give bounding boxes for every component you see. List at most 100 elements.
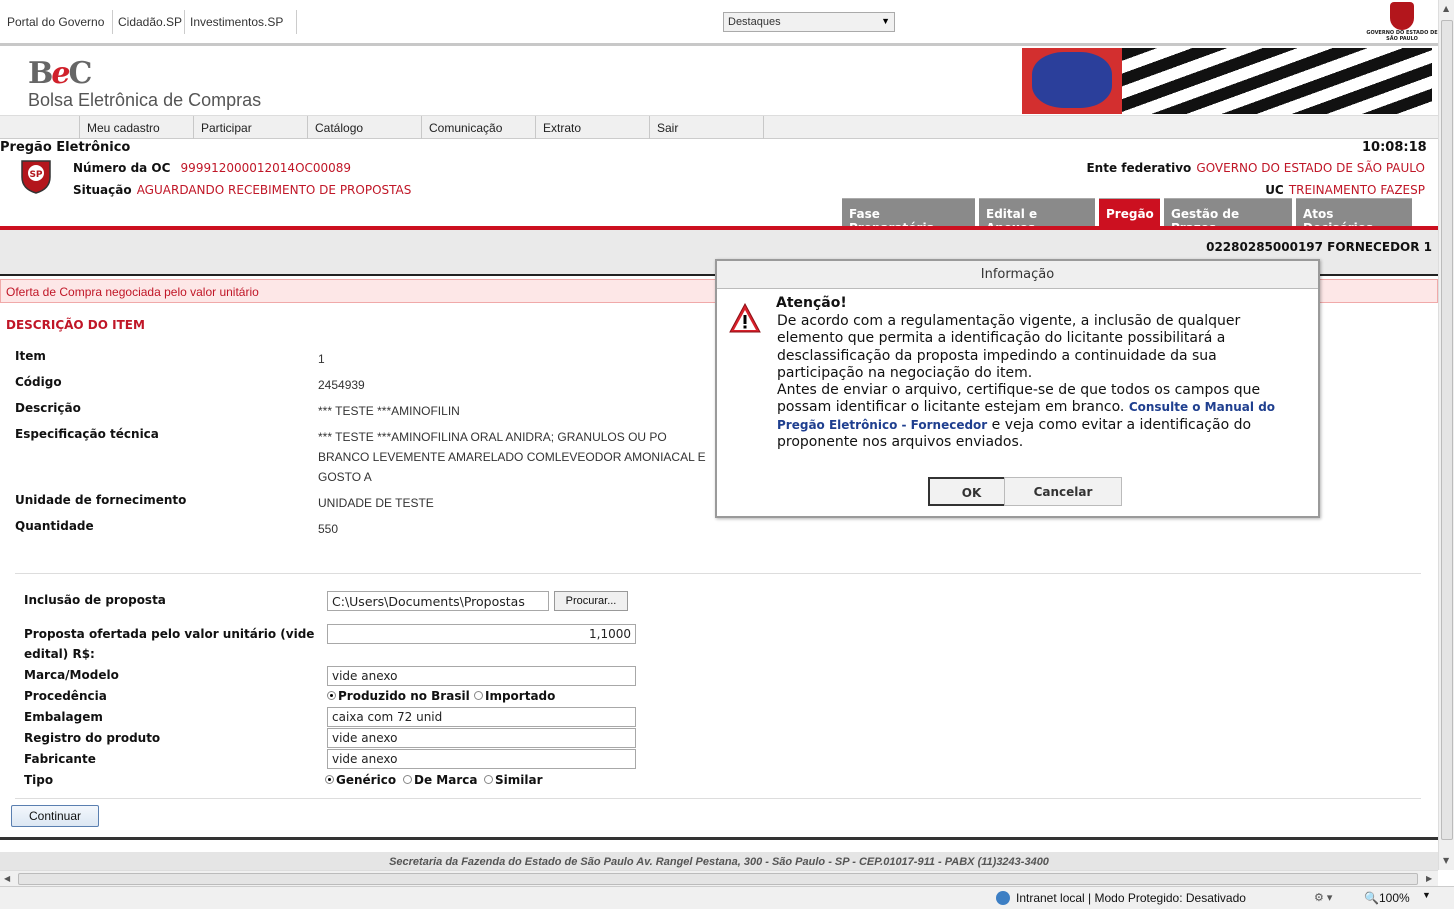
tab-fase-preparatoria[interactable]: Fase Preparatória — [842, 198, 975, 235]
footer-text: Secretaria da Fazenda do Estado de São P… — [0, 852, 1438, 870]
scroll-left-icon[interactable]: ◀ — [4, 874, 10, 883]
radio-empty-icon — [474, 691, 483, 700]
site-header: BeC Bolsa Eletrônica de Compras — [0, 46, 1438, 114]
procedencia-label: Procedência — [24, 689, 107, 703]
inclusao-label: Inclusão de proposta — [24, 593, 166, 607]
security-zone[interactable]: Intranet local | Modo Protegido: Desativ… — [1016, 891, 1246, 905]
ente-value: GOVERNO DO ESTADO DE SÃO PAULO — [1196, 161, 1425, 175]
ok-button[interactable]: OK — [928, 477, 1015, 506]
destaques-select[interactable]: Destaques ▼ — [723, 12, 895, 32]
unidade-value: UNIDADE DE TESTE — [318, 496, 434, 510]
scroll-up-icon[interactable]: ▲ — [1443, 4, 1449, 13]
destaques-value: Destaques — [728, 16, 781, 28]
item-label: Item — [15, 349, 46, 363]
dialog-message-2: Antes de enviar o arquivo, certifique-se… — [777, 382, 1276, 451]
especificacao-label: Especificação técnica — [15, 427, 159, 441]
menu-item-catalogo[interactable]: Catálogo — [307, 116, 421, 140]
proposta-label-1: Proposta ofertada pelo valor unitário (v… — [24, 627, 315, 641]
procurar-button[interactable]: Procurar... — [554, 591, 628, 611]
quantidade-label: Quantidade — [15, 519, 94, 533]
especificacao-line-3: GOSTO A — [318, 470, 372, 484]
clock: 10:08:18 — [1362, 140, 1427, 155]
cancel-button[interactable]: Cancelar — [1004, 477, 1122, 506]
bec-logo[interactable]: BeC — [28, 56, 92, 91]
information-dialog: Informação Atenção! De acordo com a regu… — [715, 259, 1320, 518]
fabricante-input[interactable]: vide anexo — [327, 749, 636, 769]
radio-similar[interactable]: Similar — [484, 773, 543, 787]
dialog-message-1: De acordo com a regulamentação vigente, … — [777, 313, 1241, 381]
tab-gestao-prazos[interactable]: Gestão de Prazos — [1164, 198, 1292, 235]
proposta-value-input[interactable]: 1,1000 — [327, 624, 636, 644]
radio-importado[interactable]: Importado — [474, 689, 555, 703]
sp-flag-banner — [1022, 48, 1432, 114]
link-investimentos-sp[interactable]: Investimentos.SP — [190, 15, 283, 29]
quantidade-value: 550 — [318, 522, 339, 536]
zoom-level[interactable]: 100% — [1379, 891, 1410, 905]
radio-empty-icon — [403, 775, 412, 784]
link-cidadao-sp[interactable]: Cidadão.SP — [118, 15, 182, 29]
embalagem-label: Embalagem — [24, 710, 103, 724]
oc-label: Número da OC — [73, 161, 171, 175]
sp-seal-icon: SP — [21, 160, 51, 194]
radio-generico[interactable]: Genérico — [325, 773, 396, 787]
uc-label: UC — [1265, 183, 1284, 197]
proposta-label-2: edital) R$: — [24, 647, 95, 661]
tab-pregao[interactable]: Pregão — [1099, 198, 1160, 226]
proposal-form — [15, 573, 1421, 799]
especificacao-line-2: BRANCO LEVEMENTE AMARELADO COMLEVEODOR A… — [318, 450, 706, 464]
settings-icon[interactable]: ⚙ ▾ — [1314, 891, 1332, 904]
tipo-label: Tipo — [24, 773, 54, 787]
sp-coat-of-arms-icon — [1390, 2, 1414, 30]
main-menu: Meu cadastro Participar Catálogo Comunic… — [0, 115, 1438, 140]
tab-edital-anexos[interactable]: Edital e Anexos — [979, 198, 1095, 235]
separator — [296, 10, 297, 34]
menu-item-sair[interactable]: Sair — [649, 116, 764, 140]
chevron-down-icon[interactable]: ▼ — [1422, 890, 1431, 900]
menu-item-participar[interactable]: Participar — [193, 116, 307, 140]
horizontal-scrollbar[interactable]: ◀ ▶ — [0, 870, 1438, 886]
seal-text: SP — [29, 170, 42, 180]
file-path-input[interactable]: C:\Users\Documents\Propostas — [327, 591, 549, 611]
dialog-message: De acordo com a regulamentação vigente, … — [777, 313, 1307, 451]
dialog-attention: Atenção! — [776, 295, 847, 311]
radio-de-marca[interactable]: De Marca — [403, 773, 477, 787]
menu-item-extrato[interactable]: Extrato — [535, 116, 649, 140]
marca-input[interactable]: vide anexo — [327, 666, 636, 686]
vertical-scrollbar[interactable]: ▲ ▼ — [1438, 0, 1454, 870]
especificacao-line-1: *** TESTE ***AMINOFILINA ORAL ANIDRA; GR… — [318, 430, 667, 444]
unidade-label: Unidade de fornecimento — [15, 493, 187, 507]
link-portal-governo[interactable]: Portal do Governo — [7, 15, 104, 29]
radio-produzido-brasil[interactable]: Produzido no Brasil — [327, 689, 470, 703]
item-section-title: DESCRIÇÃO DO ITEM — [6, 318, 145, 332]
descricao-value: *** TESTE ***AMINOFILIN — [318, 404, 460, 418]
separator — [184, 10, 185, 34]
globe-icon — [996, 891, 1010, 905]
ente-label: Ente federativo — [1086, 161, 1192, 175]
oc-number: 999912000012014OC00089 — [180, 161, 352, 175]
warning-icon — [729, 303, 761, 333]
registro-label: Registro do produto — [24, 731, 161, 745]
scroll-down-icon[interactable]: ▼ — [1443, 856, 1449, 865]
descricao-label: Descrição — [15, 401, 81, 415]
dialog-title: Informação — [717, 261, 1318, 289]
registro-input[interactable]: vide anexo — [327, 728, 636, 748]
horizontal-scroll-thumb[interactable] — [18, 873, 1418, 885]
flag-map-icon — [1032, 52, 1112, 108]
item-value: 1 — [318, 352, 325, 366]
scroll-right-icon[interactable]: ▶ — [1426, 874, 1432, 883]
gov-sp-logo[interactable]: GOVERNO DO ESTADO DE SÃO PAULO — [1366, 2, 1438, 46]
menu-item-comunicacao[interactable]: Comunicação — [421, 116, 535, 140]
tab-atos-decisorios[interactable]: Atos Decisórios — [1296, 198, 1412, 235]
zoom-icon: 🔍 — [1364, 891, 1379, 905]
government-top-bar: Portal do Governo Cidadão.SP Investiment… — [0, 0, 1438, 46]
embalagem-input[interactable]: caixa com 72 unid — [327, 707, 636, 727]
page-heading: Pregão Eletrônico — [0, 140, 131, 155]
uc-value: TREINAMENTO FAZESP — [1288, 183, 1425, 197]
radio-selected-icon — [325, 775, 334, 784]
footer-divider — [0, 837, 1438, 840]
continuar-button[interactable]: Continuar — [11, 805, 99, 827]
vertical-scroll-thumb[interactable] — [1441, 20, 1453, 840]
radio-empty-icon — [484, 775, 493, 784]
menu-item-meu-cadastro[interactable]: Meu cadastro — [79, 116, 193, 140]
situacao-label: Situação — [73, 183, 132, 197]
